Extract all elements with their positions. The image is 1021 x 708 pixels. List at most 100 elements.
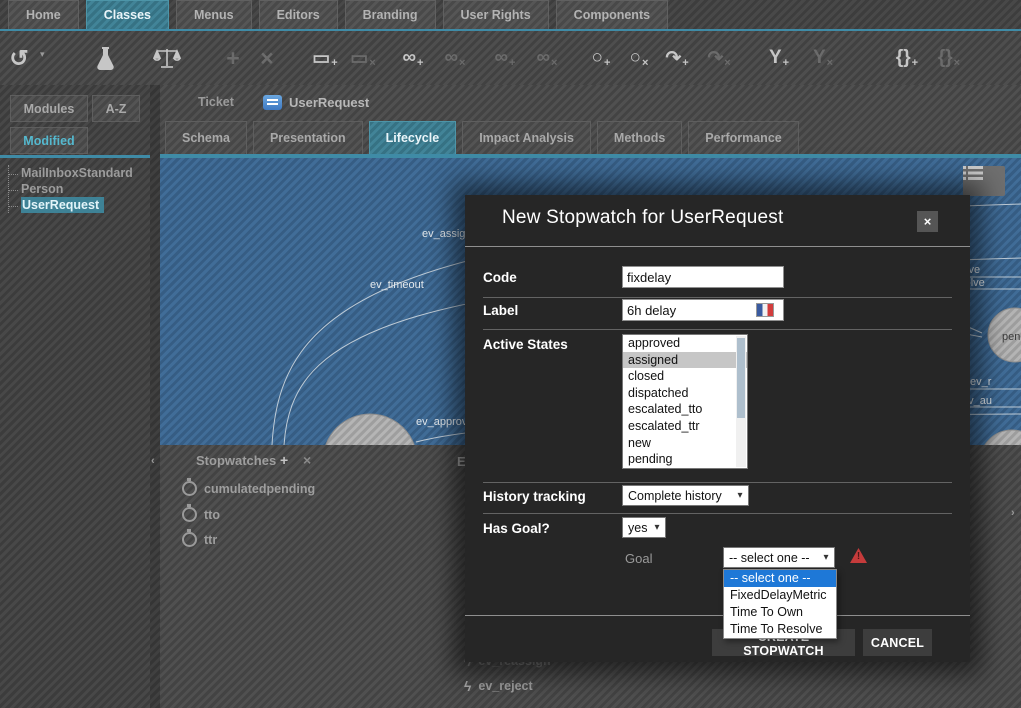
add-stopwatch-icon[interactable]: + [280,452,288,468]
add-transition-icon[interactable]: ↷+ [662,38,692,78]
delete-class-icon[interactable]: ○× [624,38,654,78]
state-option-approved[interactable]: approved [623,335,747,352]
state-option-escalated-ttr[interactable]: escalated_ttr [623,418,747,435]
stopwatch-item-tto[interactable]: tto [182,507,220,522]
test-flask-icon[interactable] [90,38,120,78]
add-field-icon[interactable]: ▭+ [310,38,340,78]
chevron-down-icon: ▾ [732,490,748,501]
close-icon[interactable]: × [917,211,938,232]
delete-link-icon[interactable]: ∞× [440,38,470,78]
new-stopwatch-dialog: New Stopwatch for UserRequest × Code Lab… [465,195,970,662]
tree-item-mailinboxstandard[interactable]: MailInboxStandard [9,165,148,181]
tab-lifecycle[interactable]: Lifecycle [369,121,457,154]
state-option-assigned[interactable]: assigned [623,352,747,369]
nav-tab-classes[interactable]: Classes [86,0,169,29]
dialog-divider [465,246,970,247]
goal-option-select-one[interactable]: -- select one -- [724,570,836,587]
delete-state-icon[interactable]: Y× [808,38,838,78]
history-tracking-select[interactable]: Complete history ▾ [622,485,749,506]
goal-option-fixeddelaymetric[interactable]: FixedDelayMetric [724,587,836,604]
delete-method-icon[interactable]: {}× [934,38,964,78]
row-divider [483,482,952,483]
french-flag-icon[interactable] [756,303,774,317]
active-states-listbox[interactable]: approved assigned closed dispatched esca… [622,334,748,469]
add-method-icon[interactable]: {}+ [892,38,922,78]
undo-icon[interactable]: ↺ [4,38,34,78]
label-ev-timeout: ev_timeout [370,279,424,291]
collapse-left-icon[interactable]: ‹ [151,455,155,467]
tab-presentation[interactable]: Presentation [253,121,363,154]
history-tracking-label: History tracking [483,489,586,504]
state-option-escalated-tto[interactable]: escalated_tto [623,401,747,418]
compare-scales-icon[interactable] [152,38,182,78]
delete-icon[interactable]: × [252,38,282,78]
tree-item-person[interactable]: Person [9,181,148,197]
sidebar-splitter[interactable]: ‹ [150,85,160,708]
state-node-bottom[interactable] [980,430,1021,445]
tab-impact-analysis[interactable]: Impact Analysis [462,121,591,154]
state-option-closed[interactable]: closed [623,368,747,385]
tab-methods[interactable]: Methods [597,121,682,154]
breadcrumb-parent[interactable]: Ticket [198,85,234,120]
add-class-icon[interactable]: ○+ [586,38,616,78]
state-node[interactable] [323,414,417,445]
delete-field-icon[interactable]: ▭× [348,38,378,78]
tree-item-userrequest[interactable]: UserRequest [9,197,148,213]
sidebar-tab-modules[interactable]: Modules [10,95,88,122]
sidebar: Modules A-Z Modified MailInboxStandard P… [0,85,150,708]
toolbar: ↺ ▾ + × ▭+ ▭× ∞+ ∞× ∞+ ∞× ○+ ○× ↷+ ↷× Y+… [0,31,1021,85]
stopwatch-icon [182,532,197,547]
scrollbar-track[interactable] [736,336,746,467]
goal-option-time-to-resolve[interactable]: Time To Resolve [724,621,836,638]
delete-stopwatch-icon[interactable]: × [303,452,311,468]
row-divider [483,513,952,514]
add-icon[interactable]: + [218,38,248,78]
nav-tab-components[interactable]: Components [556,0,668,29]
scrollbar-thumb[interactable] [737,338,745,418]
has-goal-label: Has Goal? [483,521,550,536]
stopwatch-icon [182,507,197,522]
add-link-icon[interactable]: ∞+ [398,38,428,78]
code-input[interactable] [622,266,784,288]
add-state-icon[interactable]: Y+ [764,38,794,78]
undo-menu-icon[interactable]: ▾ [40,49,45,60]
nav-tab-editors[interactable]: Editors [259,0,338,29]
class-tabs: Schema Presentation Lifecycle Impact Ana… [160,120,1021,154]
label-state-pending: pending [1002,331,1021,343]
sidebar-tab-modified[interactable]: Modified [10,127,88,154]
goal-options-dropdown: -- select one -- FixedDelayMetric Time T… [723,569,837,639]
chevron-down-icon: ▾ [818,552,834,563]
top-nav: Home Classes Menus Editors Branding User… [0,0,1021,29]
goal-select[interactable]: -- select one -- ▾ [723,547,835,568]
dialog-title: New Stopwatch for UserRequest [502,207,783,229]
tab-schema[interactable]: Schema [165,121,247,154]
cancel-button[interactable]: CANCEL [863,629,932,656]
delete-transition-icon[interactable]: ↷× [704,38,734,78]
stopwatch-item-cumulatedpending[interactable]: cumulatedpending [182,481,315,496]
nav-tab-user-rights[interactable]: User Rights [443,0,549,29]
state-option-new[interactable]: new [623,435,747,452]
goal-option-time-to-own[interactable]: Time To Own [724,604,836,621]
has-goal-select[interactable]: yes ▾ [622,517,666,538]
label-label: Label [483,303,518,318]
code-label: Code [483,270,517,285]
state-option-pending[interactable]: pending [623,451,747,468]
delete-linkset-icon[interactable]: ∞× [532,38,562,78]
state-option-dispatched[interactable]: dispatched [623,385,747,402]
stopwatch-item-ttr[interactable]: ttr [182,532,217,547]
row-divider [483,297,952,298]
warning-icon: ! [850,548,867,563]
class-tree: MailInboxStandard Person UserRequest [8,165,148,213]
sidebar-accent-line [0,155,150,158]
sidebar-tab-a-z[interactable]: A-Z [92,95,140,122]
list-view-button[interactable] [963,166,1005,196]
label-frag-ev-r: ev_r [970,376,992,388]
add-linkset-icon[interactable]: ∞+ [490,38,520,78]
nav-tab-menus[interactable]: Menus [176,0,252,29]
event-item-ev-reject[interactable]: ϟ ev_reject [464,678,533,694]
lightning-icon: ϟ [464,678,471,694]
collapse-right-icon[interactable]: › [1011,507,1015,519]
nav-tab-home[interactable]: Home [8,0,79,29]
nav-tab-branding[interactable]: Branding [345,0,436,29]
tab-performance[interactable]: Performance [688,121,798,154]
